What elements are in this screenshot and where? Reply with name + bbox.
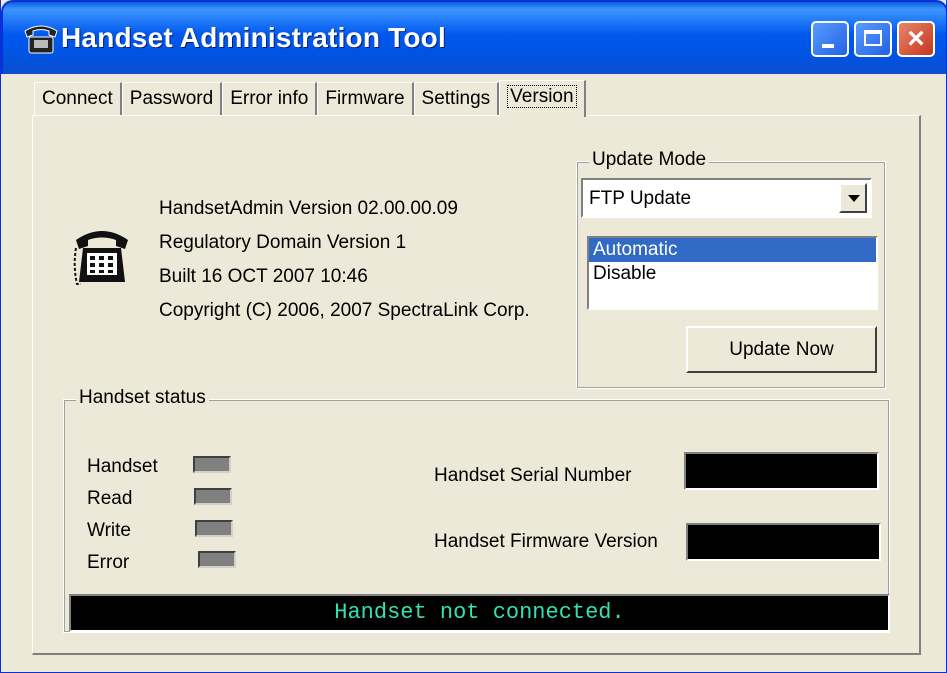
error-indicator-label: Error: [87, 552, 130, 573]
chevron-down-icon[interactable]: [839, 183, 867, 213]
serial-number-field: [684, 452, 879, 490]
list-item-automatic[interactable]: Automatic: [589, 238, 876, 262]
app-version-text: HandsetAdmin Version 02.00.00.09: [159, 198, 458, 219]
phone-icon: [24, 25, 58, 54]
tab-error-info[interactable]: Error info: [222, 82, 318, 116]
maximize-icon: [864, 30, 882, 46]
tab-strip: Connect Password Error info Firmware Set…: [34, 80, 586, 117]
minimize-button[interactable]: [811, 21, 849, 57]
update-method-select[interactable]: FTP Update: [581, 178, 872, 218]
update-method-value: FTP Update: [589, 188, 692, 209]
write-indicator-label: Write: [87, 520, 131, 541]
firmware-version-field: [686, 523, 881, 561]
phone-icon: [73, 231, 128, 285]
update-mode-listbox[interactable]: Automatic Disable: [587, 236, 878, 310]
tab-firmware[interactable]: Firmware: [317, 82, 414, 116]
tab-settings[interactable]: Settings: [413, 82, 500, 116]
minimize-icon: [822, 44, 834, 48]
connection-status-bar: Handset not connected.: [69, 594, 890, 632]
title-bar[interactable]: Handset Administration Tool ×: [1, 0, 947, 74]
tab-connect[interactable]: Connect: [34, 82, 122, 116]
handset-status-label: Handset status: [76, 387, 209, 409]
build-date-text: Built 16 OCT 2007 10:46: [159, 266, 368, 287]
regulatory-domain-text: Regulatory Domain Version 1: [159, 232, 407, 253]
read-indicator-led: [194, 488, 232, 505]
tab-password[interactable]: Password: [121, 82, 223, 116]
app-window: Handset Administration Tool × Connect Pa…: [0, 0, 947, 673]
close-button[interactable]: ×: [897, 21, 935, 57]
error-indicator-led: [198, 551, 236, 568]
serial-number-label: Handset Serial Number: [434, 465, 632, 486]
handset-indicator-label: Handset: [87, 456, 158, 477]
write-indicator-led: [195, 520, 233, 537]
update-now-button[interactable]: Update Now: [686, 326, 877, 373]
handset-indicator-led: [193, 456, 231, 473]
maximize-button[interactable]: [854, 21, 892, 57]
close-icon: ×: [907, 22, 925, 55]
read-indicator-label: Read: [87, 488, 133, 509]
firmware-version-label: Handset Firmware Version: [434, 531, 658, 552]
tab-version[interactable]: Version: [499, 80, 586, 117]
update-mode-label: Update Mode: [589, 149, 710, 171]
window-title: Handset Administration Tool: [61, 22, 446, 53]
copyright-text: Copyright (C) 2006, 2007 SpectraLink Cor…: [159, 300, 530, 321]
list-item-disable[interactable]: Disable: [589, 262, 876, 286]
